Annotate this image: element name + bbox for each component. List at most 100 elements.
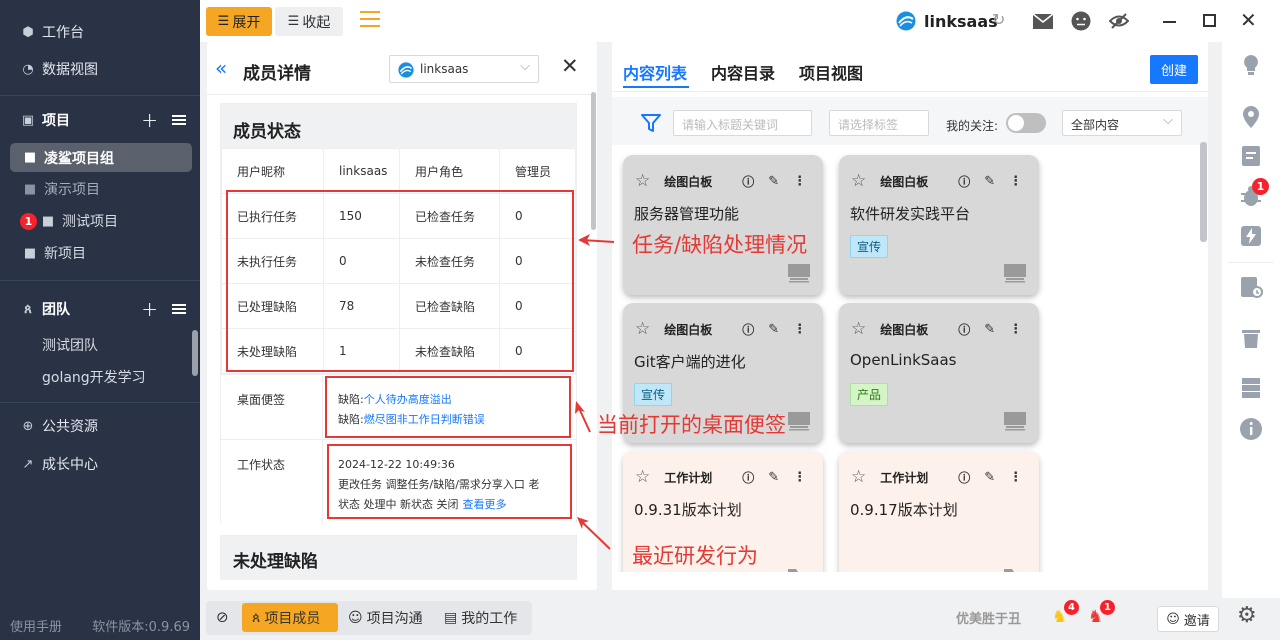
create-button[interactable]: 创建 xyxy=(1150,55,1198,84)
info-icon[interactable]: ⓘ xyxy=(742,469,754,486)
info-icon[interactable]: ⓘ xyxy=(742,173,754,190)
info-icon[interactable]: ⓘ xyxy=(742,321,754,338)
sidebar-section-projects[interactable]: ▣ 项目 + xyxy=(0,104,200,136)
menu-icon[interactable] xyxy=(360,11,380,29)
team-list-icon[interactable] xyxy=(172,304,186,314)
star-icon[interactable]: ☆ xyxy=(851,467,866,487)
edit-icon[interactable]: ✎ xyxy=(768,322,779,337)
manual-link[interactable]: 使用手册 xyxy=(10,616,62,635)
sidebar-item-project-0[interactable]: ■ 凌鲨项目组 xyxy=(10,143,192,172)
star-icon[interactable]: ☆ xyxy=(635,319,650,339)
sidebar-item-project-2[interactable]: 1 ■ 测试项目 xyxy=(0,205,200,237)
invite-label: 邀请 xyxy=(1183,613,1210,629)
add-project-icon[interactable]: + xyxy=(141,108,158,132)
close-icon[interactable]: ✕ xyxy=(561,54,579,78)
info-icon[interactable] xyxy=(1239,417,1263,441)
ban-icon[interactable]: ⊘ xyxy=(216,608,229,626)
hide-eye-icon[interactable] xyxy=(1109,12,1129,30)
edit-icon[interactable]: ✎ xyxy=(768,470,779,485)
chat-icon: ☺ xyxy=(348,609,363,626)
content-card[interactable]: ☆ 绘图白板 ⓘ ✎ ⋮ 软件研发实践平台 宣传 xyxy=(839,155,1039,295)
tab-project-view[interactable]: 项目视图 xyxy=(799,60,863,84)
annotation-box-tasks xyxy=(226,190,574,372)
project-label: 演示项目 xyxy=(44,182,100,198)
back-icon[interactable]: « xyxy=(215,56,227,80)
sidebar-item-project-3[interactable]: ■ 新项目 xyxy=(0,237,200,269)
star-icon[interactable]: ☆ xyxy=(635,467,650,487)
document-icon[interactable] xyxy=(1239,144,1263,168)
search-input[interactable]: 请输入标题关键词 xyxy=(673,110,812,136)
project-select[interactable]: linksaas ⌵ xyxy=(389,55,539,83)
card-header: ☆ 绘图白板 ⓘ ✎ ⋮ xyxy=(635,171,806,191)
annotation-box-recent xyxy=(327,444,572,519)
settings-icon[interactable]: ⚙ xyxy=(1237,603,1257,628)
collapse-icon: ☰ xyxy=(287,14,300,29)
tab-my-work[interactable]: ▤ 我的工作 xyxy=(444,603,517,632)
more-icon[interactable]: ⋮ xyxy=(1009,470,1022,485)
add-record-icon[interactable] xyxy=(1239,275,1263,299)
content-filter-select[interactable]: 全部内容 ⌵ xyxy=(1062,110,1182,136)
lightning-icon[interactable] xyxy=(1239,224,1263,248)
expand-button[interactable]: ☰ 展开 xyxy=(206,7,272,36)
star-icon[interactable]: ☆ xyxy=(851,319,866,339)
panel-scrollbar[interactable] xyxy=(591,92,596,230)
sidebar-item-team-0[interactable]: 测试团队 xyxy=(0,329,200,361)
data-view-label: 数据视图 xyxy=(42,62,98,78)
sidebar-item-data-view[interactable]: ◔ 数据视图 xyxy=(0,53,200,85)
mail-icon[interactable] xyxy=(1033,14,1053,29)
app-name: linksaas xyxy=(924,12,998,31)
annotation-text: 当前打开的桌面便签 xyxy=(597,413,786,437)
refresh-icon[interactable]: ↻ xyxy=(992,10,1005,29)
content-card[interactable]: ☆ 工作计划 ⓘ ✎ ⋮ 0.9.17版本计划 xyxy=(839,451,1039,572)
active-tab-indicator xyxy=(623,86,689,88)
sidebar-item-growth-center[interactable]: ↗ 成长中心 xyxy=(0,448,200,480)
tab-project-chat[interactable]: ☺ 项目沟通 xyxy=(348,603,423,632)
more-icon[interactable]: ⋮ xyxy=(793,470,806,485)
sidebar-scrollbar[interactable] xyxy=(192,330,198,376)
face-icon[interactable] xyxy=(1071,11,1091,31)
sidebar-item-workbench[interactable]: ⬢ 工作台 xyxy=(0,16,200,48)
info-icon[interactable]: ⓘ xyxy=(958,321,970,338)
maximize-icon[interactable] xyxy=(1203,14,1216,27)
sidebar-item-project-1[interactable]: ■ 演示项目 xyxy=(0,173,200,205)
info-icon[interactable]: ⓘ xyxy=(958,469,970,486)
more-icon[interactable]: ⋮ xyxy=(1009,322,1022,337)
card-type: 绘图白板 xyxy=(880,322,929,337)
star-icon[interactable]: ☆ xyxy=(635,171,650,191)
annotation-text: 最近研发行为 xyxy=(632,544,758,568)
filter-icon[interactable] xyxy=(640,112,662,134)
tag-select[interactable]: 请选择标签 xyxy=(829,110,929,136)
follow-toggle[interactable] xyxy=(1006,113,1046,133)
edit-icon[interactable]: ✎ xyxy=(984,322,995,337)
star-icon[interactable]: ☆ xyxy=(851,171,866,191)
close-window-icon[interactable]: ✕ xyxy=(1240,8,1257,32)
server-icon[interactable] xyxy=(1239,376,1263,400)
location-icon[interactable] xyxy=(1239,105,1263,129)
panel-title: 成员详情 xyxy=(243,64,311,84)
tab-content-list[interactable]: 内容列表 xyxy=(623,60,687,84)
tab-label: 项目成员 xyxy=(264,610,321,627)
minimize-icon[interactable] xyxy=(1163,21,1176,23)
project-list-icon[interactable] xyxy=(172,115,186,125)
more-icon[interactable]: ⋮ xyxy=(793,322,806,337)
tab-content-catalog[interactable]: 内容目录 xyxy=(711,60,775,84)
collapse-button[interactable]: ☰ 收起 xyxy=(275,7,343,36)
content-card[interactable]: ☆ 绘图白板 ⓘ ✎ ⋮ 服务器管理功能 xyxy=(623,155,823,295)
divider xyxy=(207,94,597,95)
sidebar-section-team[interactable]: ጰ 团队 + xyxy=(0,293,200,325)
edit-icon[interactable]: ✎ xyxy=(768,174,779,189)
trash-icon[interactable] xyxy=(1239,326,1263,350)
sidebar-item-team-1[interactable]: golang开发学习 xyxy=(0,361,200,393)
edit-icon[interactable]: ✎ xyxy=(984,470,995,485)
sidebar-item-public-resources[interactable]: ⊕ 公共资源 xyxy=(0,410,200,442)
invite-button[interactable]: ☺ 邀请 xyxy=(1157,606,1219,632)
tab-project-members[interactable]: ጰ 项目成员 xyxy=(242,603,338,632)
content-card[interactable]: ☆ 绘图白板 ⓘ ✎ ⋮ OpenLinkSaas 产品 xyxy=(839,303,1039,443)
info-icon[interactable]: ⓘ xyxy=(958,173,970,190)
edit-icon[interactable]: ✎ xyxy=(984,174,995,189)
content-filter-value: 全部内容 xyxy=(1071,118,1120,132)
lightbulb-icon[interactable] xyxy=(1239,53,1263,77)
more-icon[interactable]: ⋮ xyxy=(1009,174,1022,189)
more-icon[interactable]: ⋮ xyxy=(793,174,806,189)
add-team-icon[interactable]: + xyxy=(141,297,158,321)
